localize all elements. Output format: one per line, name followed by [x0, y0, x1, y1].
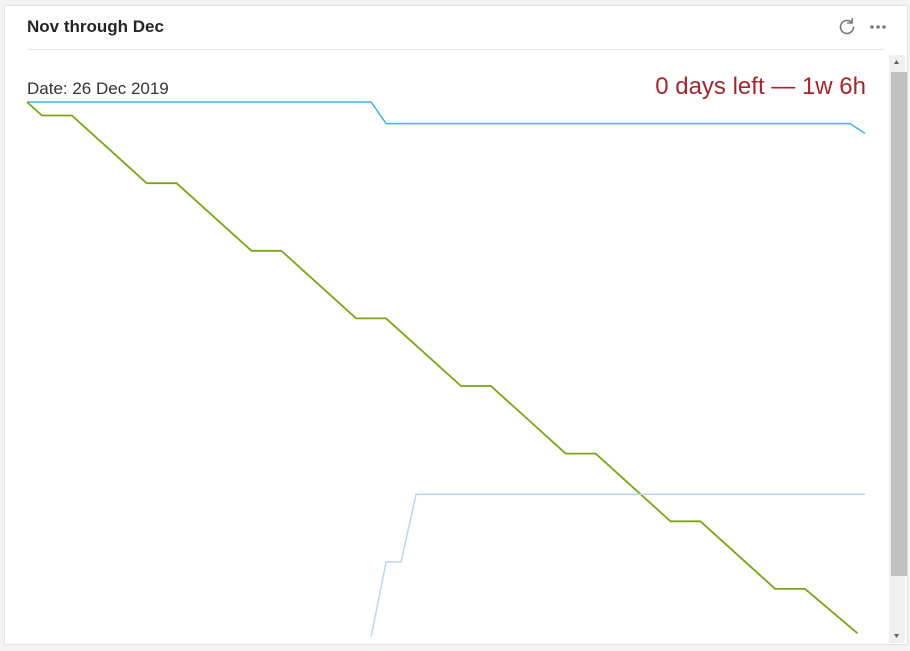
scrollbar-thumb[interactable] — [891, 72, 907, 576]
scope-series-line — [27, 101, 866, 135]
chart-area: Date: 26 Dec 2019 0 days left — 1w 6h — [5, 50, 889, 644]
days-left-text: 0 days left — 1w 6h — [655, 73, 866, 100]
refresh-icon[interactable] — [836, 16, 858, 38]
completed-series-line — [370, 493, 865, 637]
vertical-scrollbar[interactable] — [889, 55, 907, 643]
date-label: Date: 26 Dec 2019 — [27, 79, 169, 98]
remaining-series-line — [26, 101, 859, 634]
burndown-chart — [26, 101, 866, 637]
more-options-icon[interactable] — [867, 16, 889, 38]
scroll-up-icon[interactable] — [889, 55, 905, 69]
scroll-down-icon[interactable] — [889, 629, 905, 643]
burndown-widget: Nov through Dec Date: 26 Dec 2019 0 days… — [4, 5, 908, 645]
widget-title: Nov through Dec — [27, 17, 164, 36]
widget-header: Nov through Dec — [5, 6, 907, 50]
